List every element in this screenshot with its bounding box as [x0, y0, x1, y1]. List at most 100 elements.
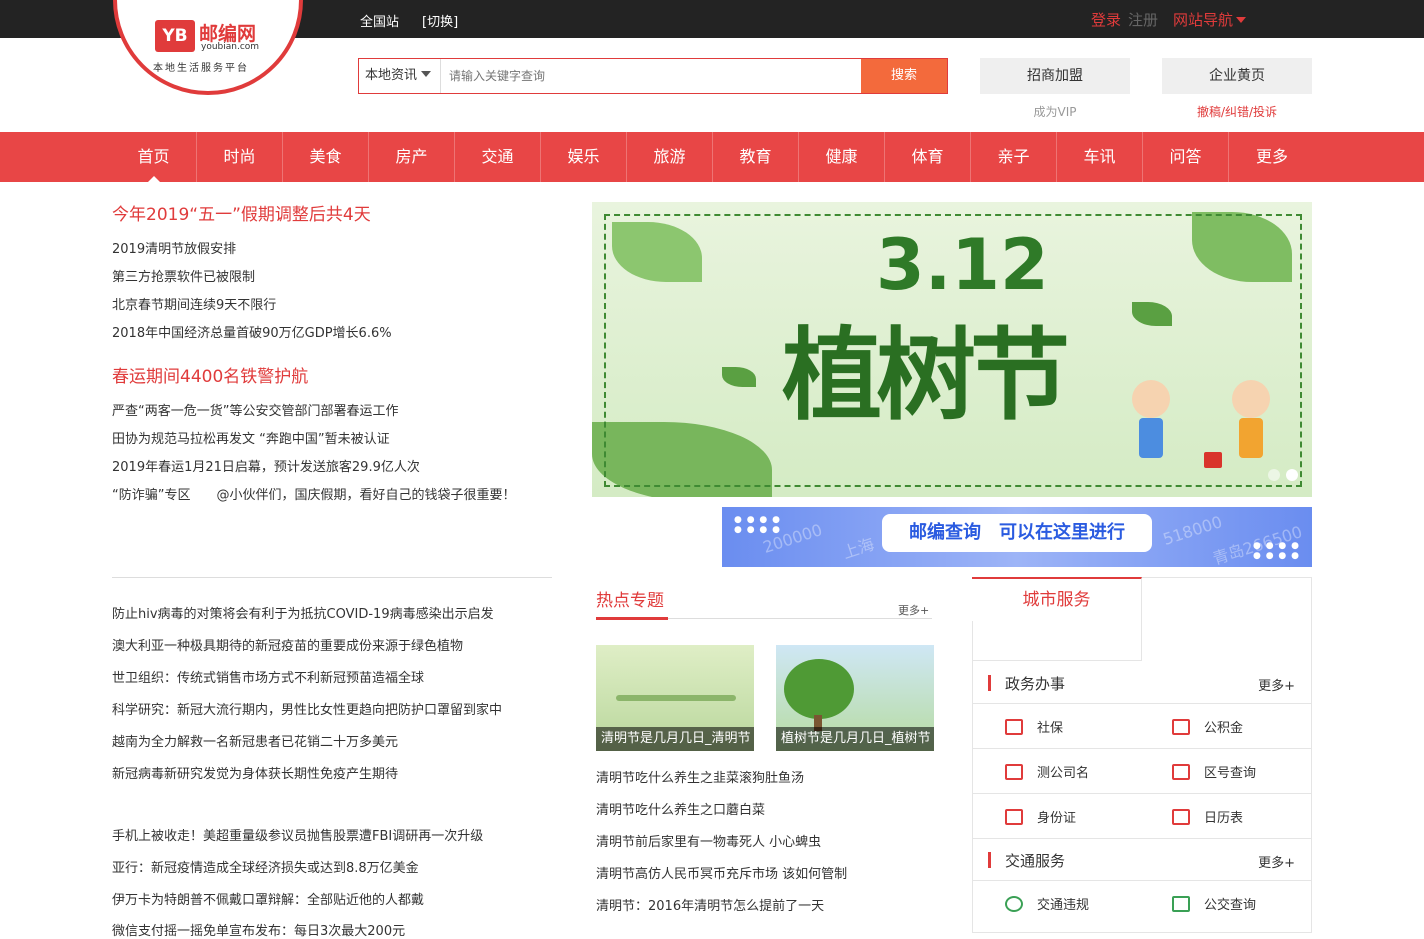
id-card-icon: [1005, 808, 1023, 825]
service-label: 交通违规: [1037, 898, 1090, 913]
headline-1[interactable]: 今年2019“五一”假期调整后共4天: [112, 200, 371, 225]
site-logo[interactable]: YB 邮编网 youbian.com 本地生活服务平台: [113, 0, 303, 95]
news-item[interactable]: 亚行：新冠疫情造成全球经济损失或达到8.8万亿美金: [112, 857, 419, 876]
child-illustration: [1239, 418, 1263, 458]
news-item[interactable]: 世卫组织：传统式销售市场方式不利新冠预苗造福全球: [112, 667, 424, 686]
nav-item-qa[interactable]: 问答: [1143, 132, 1229, 182]
register-link[interactable]: 注册: [1128, 9, 1158, 30]
service-label: 身份证: [1037, 811, 1077, 826]
news-item[interactable]: 2019年春运1月21日启幕，预计发送旅客29.9亿人次: [112, 456, 420, 475]
service-label: 日历表: [1204, 811, 1244, 826]
pager-dot-active[interactable]: [1286, 469, 1298, 481]
news-item[interactable]: 2019清明节放假安排: [112, 238, 236, 257]
nav-label: 问答: [1169, 147, 1202, 166]
nav-item-more[interactable]: 更多: [1229, 132, 1315, 182]
site-nav-link[interactable]: 网站导航: [1173, 9, 1247, 30]
logo-domain: youbian.com: [201, 42, 260, 52]
news-item[interactable]: 科学研究：新冠大流行期内，男性比女性更趋向把防护口罩留到家中: [112, 699, 502, 718]
news-item[interactable]: 越南为全力解救一名新冠患者已花销二十万多美元: [112, 731, 398, 750]
nav-label: 体育: [911, 147, 944, 166]
nav-item-sports[interactable]: 体育: [885, 132, 971, 182]
service-company-name[interactable]: 测公司名: [1005, 749, 1089, 794]
nav-label: 更多: [1255, 147, 1288, 166]
news-item[interactable]: 田协为规范马拉松再发文 “奔跑中国”暂未被认证: [112, 428, 390, 447]
nav-item-food[interactable]: 美食: [283, 132, 369, 182]
service-bus-query[interactable]: 公交查询: [1172, 881, 1256, 926]
news-item[interactable]: 第三方抢票软件已被限制: [112, 266, 255, 285]
hot-thumb-caption: 清明节是几月几日_清明节: [596, 727, 754, 751]
search-button[interactable]: 搜索: [861, 59, 947, 93]
news-item[interactable]: “防诈骗”专区 @小伙伴们，国庆假期，看好自己的钱袋子很重要！: [112, 484, 515, 503]
nav-item-realestate[interactable]: 房产: [369, 132, 455, 182]
yellow-pages-button[interactable]: 企业黄页: [1162, 58, 1312, 94]
section-more-link[interactable]: 更多+: [1258, 852, 1295, 871]
nav-label: 健康: [825, 147, 858, 166]
chevron-down-icon: [421, 71, 432, 77]
nav-item-fashion[interactable]: 时尚: [197, 132, 283, 182]
nav-item-entertainment[interactable]: 娱乐: [541, 132, 627, 182]
nav-label: 时尚: [223, 147, 256, 166]
news-item[interactable]: 微信支付摇一摇免单宣布发布：每日3次最大200元: [112, 920, 405, 939]
pager-dot[interactable]: [1268, 469, 1280, 481]
card-icon: [1005, 718, 1023, 735]
active-indicator: [148, 176, 160, 182]
section-title: 政务办事: [1005, 675, 1066, 693]
vip-link[interactable]: 成为VIP: [980, 103, 1130, 120]
service-traffic-violation[interactable]: 交通违规: [1005, 881, 1089, 926]
search-category-select[interactable]: 本地资讯: [359, 59, 441, 93]
news-item[interactable]: 澳大利亚一种极具期待的新冠疫苗的重要成份来源于绿色植物: [112, 635, 463, 654]
nav-item-home[interactable]: 首页: [111, 132, 197, 182]
headline-2[interactable]: 春运期间4400名铁警护航: [112, 362, 308, 387]
complaint-link[interactable]: 撤稿/纠错/投诉: [1162, 103, 1312, 120]
service-row: 交通违规 公交查询: [973, 881, 1311, 926]
news-item[interactable]: 严查“两客一危一货”等公安交管部门部署春运工作: [112, 400, 398, 419]
hot-topics-title: 热点专题: [596, 591, 664, 611]
service-id-card[interactable]: 身份证: [1005, 794, 1076, 839]
nav-item-cars[interactable]: 车讯: [1057, 132, 1143, 182]
section-title: 交通服务: [1005, 852, 1066, 870]
section-gov-affairs: 政务办事 更多+: [973, 661, 1311, 704]
hot-item[interactable]: 清明节吃什么养生之口蘑白菜: [596, 799, 765, 818]
hot-item[interactable]: 清明节：2016年清明节怎么提前了一天: [596, 895, 824, 914]
hero-banner[interactable]: 3.12 植树节: [592, 202, 1312, 497]
hot-thumb-caption: 植树节是几月几日_植树节: [776, 727, 934, 751]
news-item[interactable]: 防止hiv病毒的对策将会有利于为抵抗COVID-19病毒感染出示启发: [112, 603, 494, 622]
tab-city-service[interactable]: 城市服务: [972, 577, 1142, 621]
nav-item-travel[interactable]: 旅游: [627, 132, 713, 182]
switch-city-link[interactable]: [切换]: [422, 11, 458, 30]
nav-item-parenting[interactable]: 亲子: [971, 132, 1057, 182]
nav-label: 房产: [395, 147, 428, 166]
service-social-security[interactable]: 社保: [1005, 704, 1063, 749]
service-calendar[interactable]: 日历表: [1172, 794, 1243, 839]
postcode-banner[interactable]: ● ● ● ● ● ● ● ● 200000 518000 266500 上海 青…: [722, 507, 1312, 567]
hot-thumb-arbor[interactable]: 植树节是几月几日_植树节: [776, 645, 934, 751]
hot-topics-more-link[interactable]: 更多+: [898, 602, 929, 618]
login-link[interactable]: 登录: [1091, 9, 1121, 30]
child-illustration: [1139, 418, 1163, 458]
join-button[interactable]: 招商加盟: [980, 58, 1130, 94]
nav-label: 教育: [739, 147, 772, 166]
news-item[interactable]: 2018年中国经济总量首破90万亿GDP增长6.6%: [112, 322, 392, 341]
main-nav: 首页 时尚 美食 房产 交通 娱乐 旅游 教育 健康 体育 亲子 车讯 问答 更…: [0, 132, 1424, 182]
section-more-link[interactable]: 更多+: [1258, 675, 1295, 694]
news-item[interactable]: 手机上被收走！美超重量级参议员抛售股票遭FBI调研再一次升级: [112, 825, 483, 844]
hot-item[interactable]: 清明节高仿人民币冥币充斥市场 该如何管制: [596, 863, 847, 882]
news-item[interactable]: 北京春节期间连续9天不限行: [112, 294, 276, 313]
news-item[interactable]: 伊万卡为特朗普不佩戴口罩辩解：全部贴近他的人都戴: [112, 889, 424, 908]
tree-illustration: [784, 659, 854, 719]
service-housing-fund[interactable]: 公积金: [1172, 704, 1243, 749]
nav-label: 首页: [137, 147, 170, 166]
section-bar: [988, 852, 991, 868]
nav-item-traffic[interactable]: 交通: [455, 132, 541, 182]
nav-item-education[interactable]: 教育: [713, 132, 799, 182]
hot-thumb-qingming[interactable]: 清明节是几月几日_清明节: [596, 645, 754, 751]
chevron-down-icon: [1236, 17, 1247, 23]
search-input[interactable]: [441, 59, 861, 93]
news-item[interactable]: 新冠病毒新研究发觉为身体获长期性免疫产生期待: [112, 763, 398, 782]
service-row: 测公司名 区号查询: [973, 749, 1311, 794]
service-area-code[interactable]: 区号查询: [1172, 749, 1256, 794]
hot-item[interactable]: 清明节吃什么养生之韭菜滚狗肚鱼汤: [596, 767, 804, 786]
bus-icon: [1172, 895, 1190, 912]
hot-item[interactable]: 清明节前后家里有一物毒死人 小心蜱虫: [596, 831, 821, 850]
nav-item-health[interactable]: 健康: [799, 132, 885, 182]
